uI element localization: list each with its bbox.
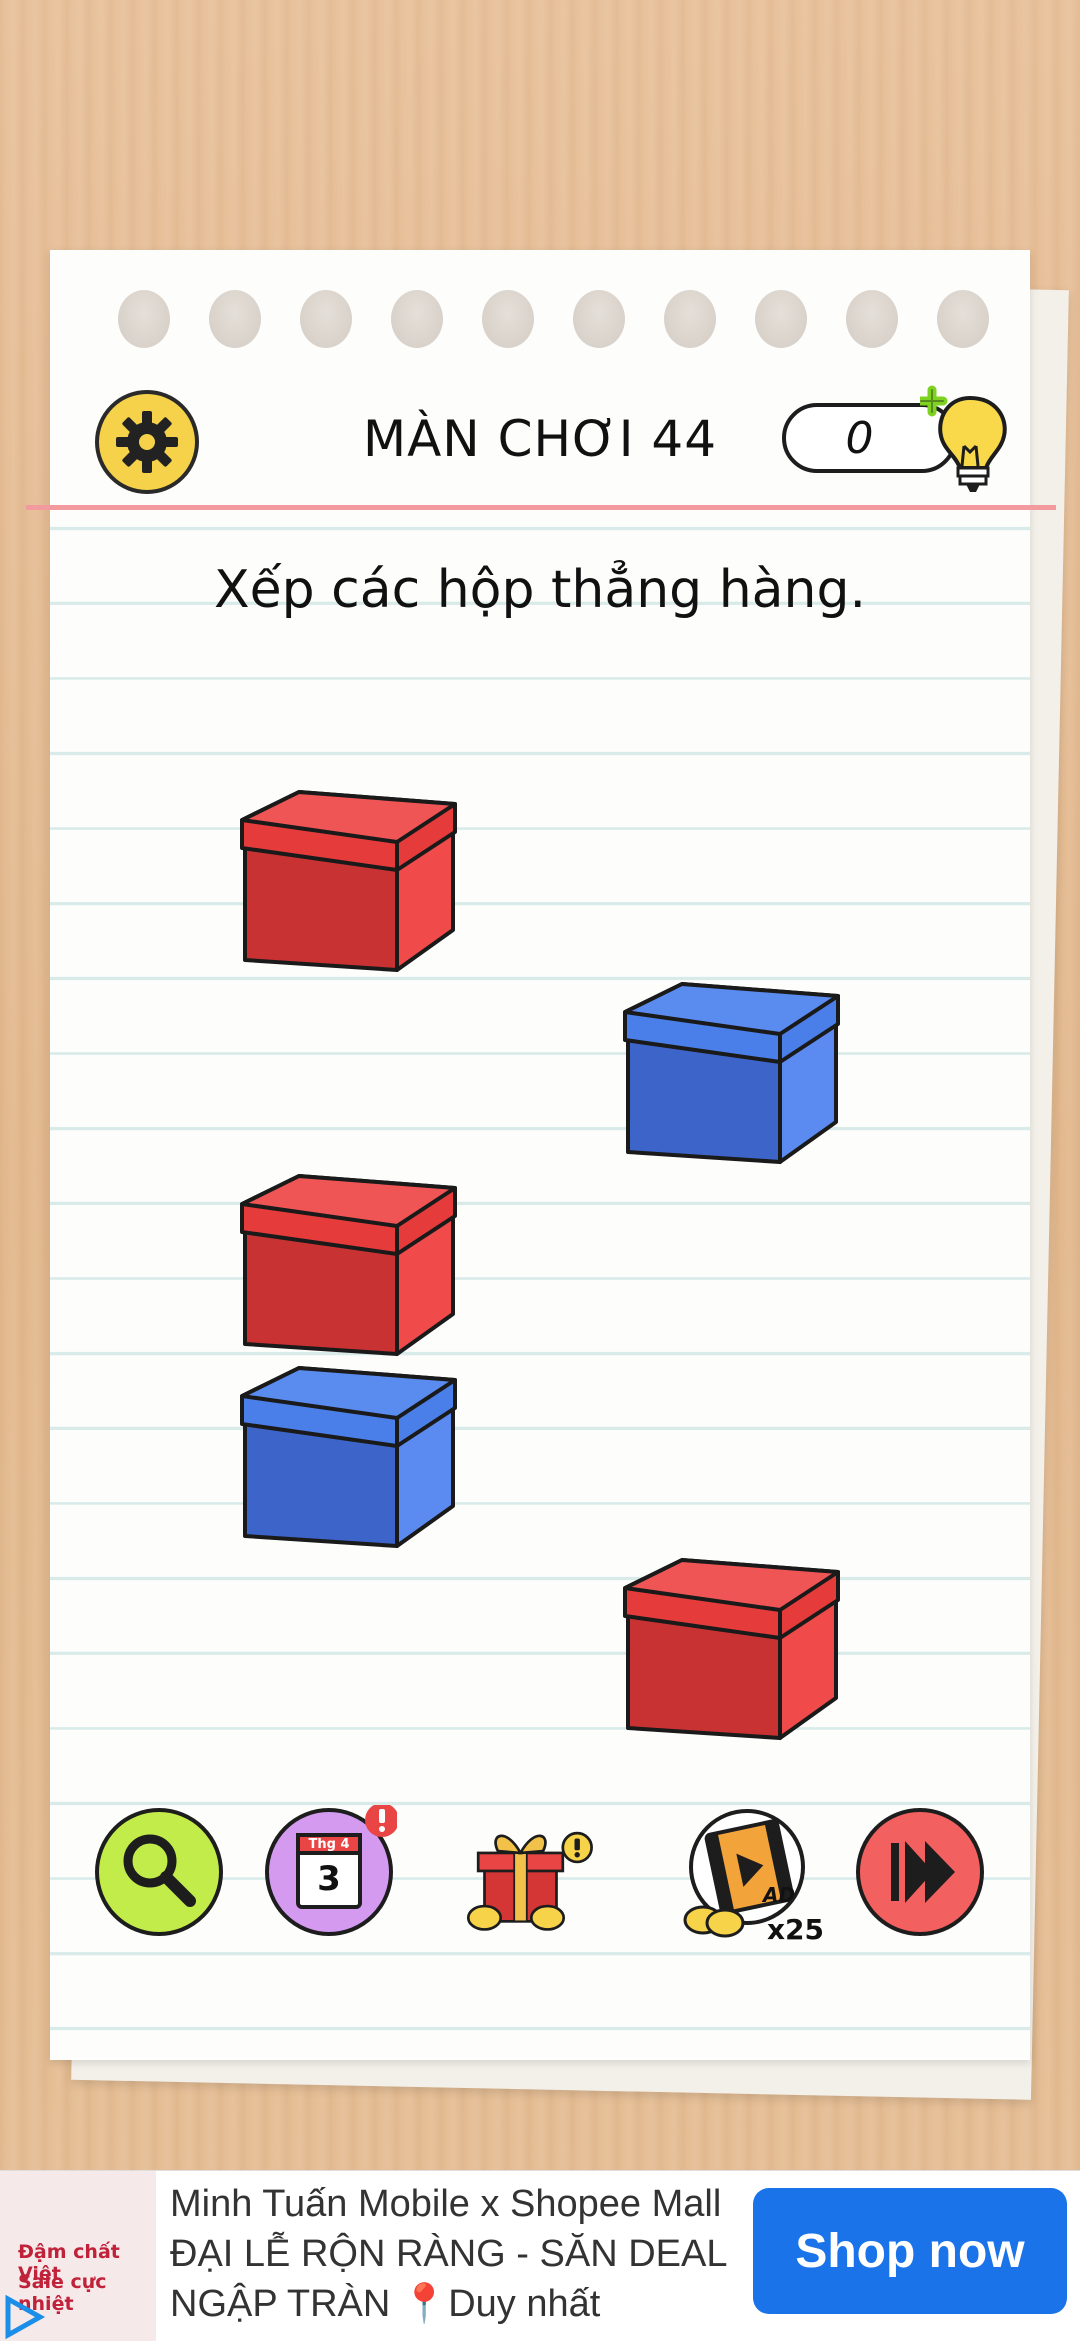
ad-logo[interactable]: Đậm chất Việt Sale cực nhiệt <box>0 2171 156 2341</box>
binder-hole <box>209 290 261 348</box>
binder-hole <box>118 290 170 348</box>
binder-hole <box>664 290 716 348</box>
calendar-month-label: Thg 4 <box>308 1837 350 1852</box>
header-divider <box>26 505 1056 510</box>
binder-hole <box>391 290 443 348</box>
puzzle-instruction: Xếp các hộp thẳng hàng. <box>213 560 867 620</box>
binder-hole <box>300 290 352 348</box>
binder-hole <box>937 290 989 348</box>
gear-icon <box>116 411 178 473</box>
blue-box[interactable] <box>237 1366 457 1551</box>
gift-reward-button[interactable] <box>462 1812 597 1947</box>
search-hint-button[interactable] <box>92 1805 227 1940</box>
settings-button[interactable] <box>95 390 199 494</box>
ad-banner[interactable]: Đậm chất Việt Sale cực nhiệt Minh Tuấn M… <box>0 2170 1080 2341</box>
watch-video-reward-button[interactable]: AD x25 <box>675 1805 825 1946</box>
binder-hole <box>573 290 625 348</box>
shop-now-button[interactable]: Shop now <box>753 2188 1067 2314</box>
binder-hole <box>846 290 898 348</box>
ad-choices-icon[interactable] <box>0 2291 50 2341</box>
blue-box[interactable] <box>620 982 840 1167</box>
calendar-day-label: 3 <box>317 1859 341 1899</box>
level-title: MÀN CHƠI 44 <box>362 410 718 468</box>
lightbulb-add-icon[interactable] <box>920 380 1020 500</box>
red-box[interactable] <box>237 1174 457 1359</box>
ad-text: Minh Tuấn Mobile x Shopee Mall ĐẠI LỄ RỘ… <box>170 2183 727 2325</box>
binder-hole <box>755 290 807 348</box>
skip-level-button[interactable] <box>853 1805 988 1940</box>
red-box[interactable] <box>620 1558 840 1743</box>
gift-icon <box>466 1831 593 1931</box>
ad-badge: AD <box>763 1883 796 1907</box>
red-box[interactable] <box>237 790 457 975</box>
video-reward-count: x25 <box>767 1913 825 1946</box>
notebook-paper <box>26 250 1056 2060</box>
binder-hole <box>482 290 534 348</box>
paper-header-area <box>26 250 1056 515</box>
hint-count-value: 0 <box>845 412 874 464</box>
daily-calendar-button[interactable]: Thg 4 3 <box>262 1805 397 1940</box>
